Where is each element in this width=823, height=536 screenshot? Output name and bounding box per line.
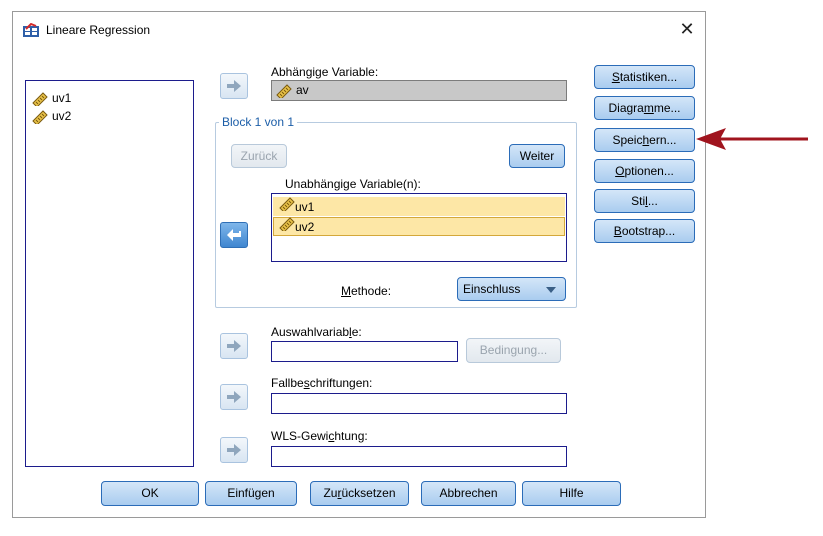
diagramme-text: me... (653, 101, 681, 115)
selection-variable-label: Auswahlvariable: (271, 325, 362, 339)
case-labels-field[interactable] (271, 393, 567, 414)
reset-button[interactable]: Zurücksetzen (310, 481, 409, 506)
arrow-right-icon (227, 444, 241, 456)
case-labels-text: Fallbe (271, 376, 304, 390)
list-item[interactable]: uv1 (32, 89, 71, 107)
statistiken-mnemonic: S (611, 70, 620, 84)
stil-button[interactable]: Stil... (594, 189, 695, 213)
bootstrap-button[interactable]: Bootstrap... (594, 219, 695, 243)
list-item[interactable]: uv2 (273, 217, 565, 236)
bootstrap-text: ootstrap... (621, 224, 676, 238)
method-label: Methode: (341, 284, 391, 298)
list-item-label: uv2 (295, 220, 315, 234)
dependent-variable-item[interactable]: av (276, 81, 309, 99)
list-item-label: uv2 (52, 109, 72, 123)
stil-prefix: Sti (631, 194, 646, 208)
back-button[interactable]: Zurück (231, 144, 287, 168)
optionen-text: ptionen... (624, 164, 674, 178)
case-labels-label: Fallbeschriftungen: (271, 376, 372, 390)
statistiken-button[interactable]: Statistiken... (594, 65, 695, 89)
list-item[interactable]: uv2 (32, 107, 71, 125)
independent-variable-list[interactable]: uv1 uv2 (271, 193, 567, 262)
block-legend: Block 1 von 1 (219, 115, 298, 129)
paste-button[interactable]: Einfügen (205, 481, 297, 506)
scale-variable-icon (32, 92, 48, 106)
dependent-variable-value: av (296, 83, 309, 97)
annotation-arrow-icon (696, 128, 808, 150)
close-icon[interactable]: ✕ (675, 18, 699, 40)
move-to-selection-button[interactable] (220, 333, 248, 359)
diagramme-prefix: Diagra (608, 101, 644, 115)
selection-label-text: Auswahlvariab (271, 325, 350, 339)
stil-text: ... (647, 194, 658, 208)
cancel-button[interactable]: Abbrechen (421, 481, 516, 506)
help-button[interactable]: Hilfe (522, 481, 621, 506)
scale-variable-icon (279, 217, 295, 233)
reset-text: ücksetzen (341, 486, 396, 500)
condition-label-text: Bedin (479, 343, 511, 357)
method-label-text: ethode: (351, 284, 392, 298)
case-labels-suffix: chriftungen: (309, 376, 373, 390)
ok-button[interactable]: OK (101, 481, 199, 506)
scale-variable-icon (279, 197, 295, 213)
move-to-dependent-button[interactable] (220, 73, 248, 99)
list-item-label: uv1 (52, 91, 72, 105)
statistiken-text: tatistiken... (619, 70, 678, 84)
scale-variable-icon (32, 110, 48, 124)
diagramme-button[interactable]: Diagramme... (594, 96, 695, 120)
selection-variable-field[interactable] (271, 341, 458, 362)
move-from-independent-button[interactable] (220, 222, 248, 248)
selection-label-suffix: e: (351, 325, 362, 339)
diagramme-mnemonic: m (643, 101, 654, 115)
arrow-left-icon (227, 229, 241, 241)
condition-label-suffix: ung... (517, 343, 548, 357)
arrow-right-icon (227, 340, 241, 352)
method-label-mnemonic: M (341, 284, 351, 298)
window-title: Lineare Regression (46, 23, 151, 37)
dependent-variable-field[interactable]: av (271, 80, 567, 101)
dependent-variable-label: Abhängige Variable: (271, 65, 379, 79)
method-dropdown[interactable]: Einschluss (457, 277, 566, 301)
reset-prefix: Zu (323, 486, 338, 500)
speichern-button[interactable]: Speichern... (594, 128, 695, 152)
speichern-prefix: Speic (612, 133, 643, 147)
source-variable-list[interactable]: uv1 uv2 (25, 80, 194, 467)
move-to-wls-button[interactable] (220, 437, 248, 463)
wls-label-suffix: htung: (334, 429, 368, 443)
independent-variables-label: Unabhängige Variable(n): (285, 177, 421, 191)
wls-weight-label: WLS-Gewichtung: (271, 429, 368, 443)
arrow-right-icon (227, 80, 241, 92)
list-item-label: uv1 (295, 200, 315, 214)
arrow-right-icon (227, 391, 241, 403)
speichern-text: ern... (649, 133, 677, 147)
linear-regression-dialog: Lineare Regression ✕ uv1 uv2 Abhängige V… (12, 11, 706, 518)
chevron-down-icon (546, 287, 556, 293)
title-bar: Lineare Regression ✕ (13, 12, 705, 48)
scale-variable-icon (276, 84, 292, 98)
wls-weight-field[interactable] (271, 446, 567, 467)
bootstrap-mnemonic: B (613, 224, 622, 238)
regression-app-icon (23, 23, 39, 37)
list-item[interactable]: uv1 (273, 197, 565, 216)
method-dropdown-value: Einschluss (463, 282, 521, 296)
condition-button[interactable]: Bedingung... (466, 338, 561, 363)
move-to-case-labels-button[interactable] (220, 384, 248, 410)
optionen-button[interactable]: Optionen... (594, 159, 695, 183)
next-button[interactable]: Weiter (509, 144, 565, 168)
wls-label-text: WLS-Gewi (271, 429, 329, 443)
